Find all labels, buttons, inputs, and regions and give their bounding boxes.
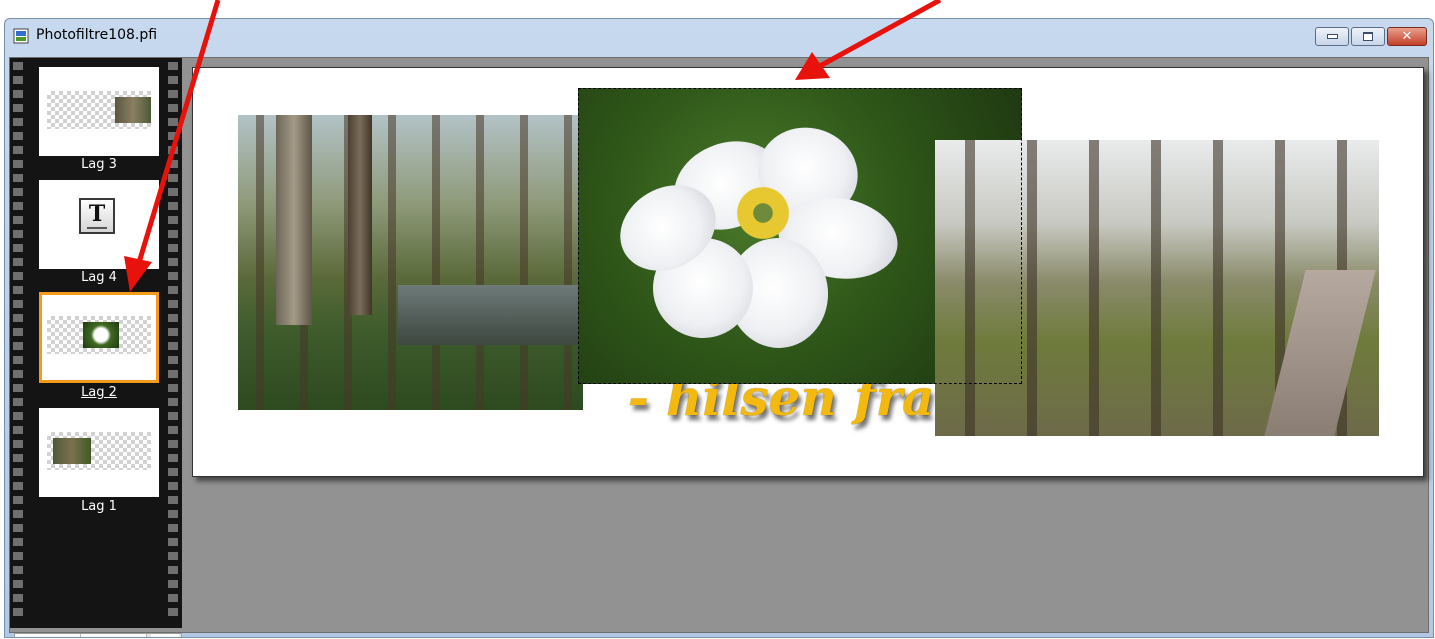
minimize-icon	[1326, 34, 1338, 39]
layer-label[interactable]: Lag 1	[39, 499, 159, 514]
filmstrip-scrollbar[interactable]: ▲ ▼ ▶	[14, 633, 182, 637]
filmstrip-perforations-right	[168, 62, 178, 622]
caption-buttons: ✕	[1313, 27, 1427, 46]
image-canvas[interactable]: - hilsen fra S	[192, 67, 1424, 477]
arrow-right-icon: ▶	[162, 636, 168, 637]
title-bar[interactable]: Photofiltre108.pfi ✕	[5, 19, 1433, 55]
workspace: Lag 3 T Lag 4 Lag 2 Lag 1 - hilsen fra S	[9, 57, 1429, 637]
arrow-down-icon: ▼	[110, 636, 116, 637]
scroll-down-button[interactable]: ▼	[81, 634, 147, 637]
layer-label[interactable]: Lag 3	[39, 157, 159, 172]
scroll-up-button[interactable]: ▲	[15, 634, 81, 637]
restore-icon	[1363, 32, 1373, 41]
layer-image-preview	[53, 438, 91, 464]
forest-stream-photo	[238, 115, 583, 410]
arrow-up-icon: ▲	[44, 636, 50, 637]
document-image-icon	[13, 28, 29, 44]
layer-thumbnail-lag-3[interactable]	[39, 67, 159, 156]
transparency-checkerboard	[47, 432, 151, 470]
layer-thumbnail-lag-4[interactable]: T	[39, 180, 159, 269]
transparency-checkerboard	[47, 91, 151, 129]
window-title: Photofiltre108.pfi	[36, 27, 158, 43]
close-icon: ✕	[1401, 29, 1413, 44]
selection-marquee[interactable]	[578, 88, 1022, 384]
layer-image-preview	[83, 322, 119, 348]
layer-label[interactable]: Lag 2	[39, 385, 159, 400]
text-layer-icon: T	[79, 198, 115, 234]
layer-thumbnail-lag-2[interactable]	[39, 292, 159, 383]
close-button[interactable]: ✕	[1387, 27, 1427, 46]
filmstrip-perforations-left	[13, 62, 23, 622]
minimize-button[interactable]	[1315, 27, 1349, 46]
transparency-checkerboard	[47, 316, 151, 354]
layer-image-preview	[115, 97, 151, 123]
layer-thumbnail-lag-1[interactable]	[39, 408, 159, 497]
layer-label[interactable]: Lag 4	[39, 270, 159, 285]
restore-button[interactable]	[1351, 27, 1385, 46]
photofiltre-document-window: Photofiltre108.pfi ✕ Lag 3 T Lag 4 Lag 2…	[4, 18, 1434, 638]
scroll-right-button[interactable]: ▶	[151, 634, 179, 637]
layer-filmstrip: Lag 3 T Lag 4 Lag 2 Lag 1	[10, 58, 182, 628]
